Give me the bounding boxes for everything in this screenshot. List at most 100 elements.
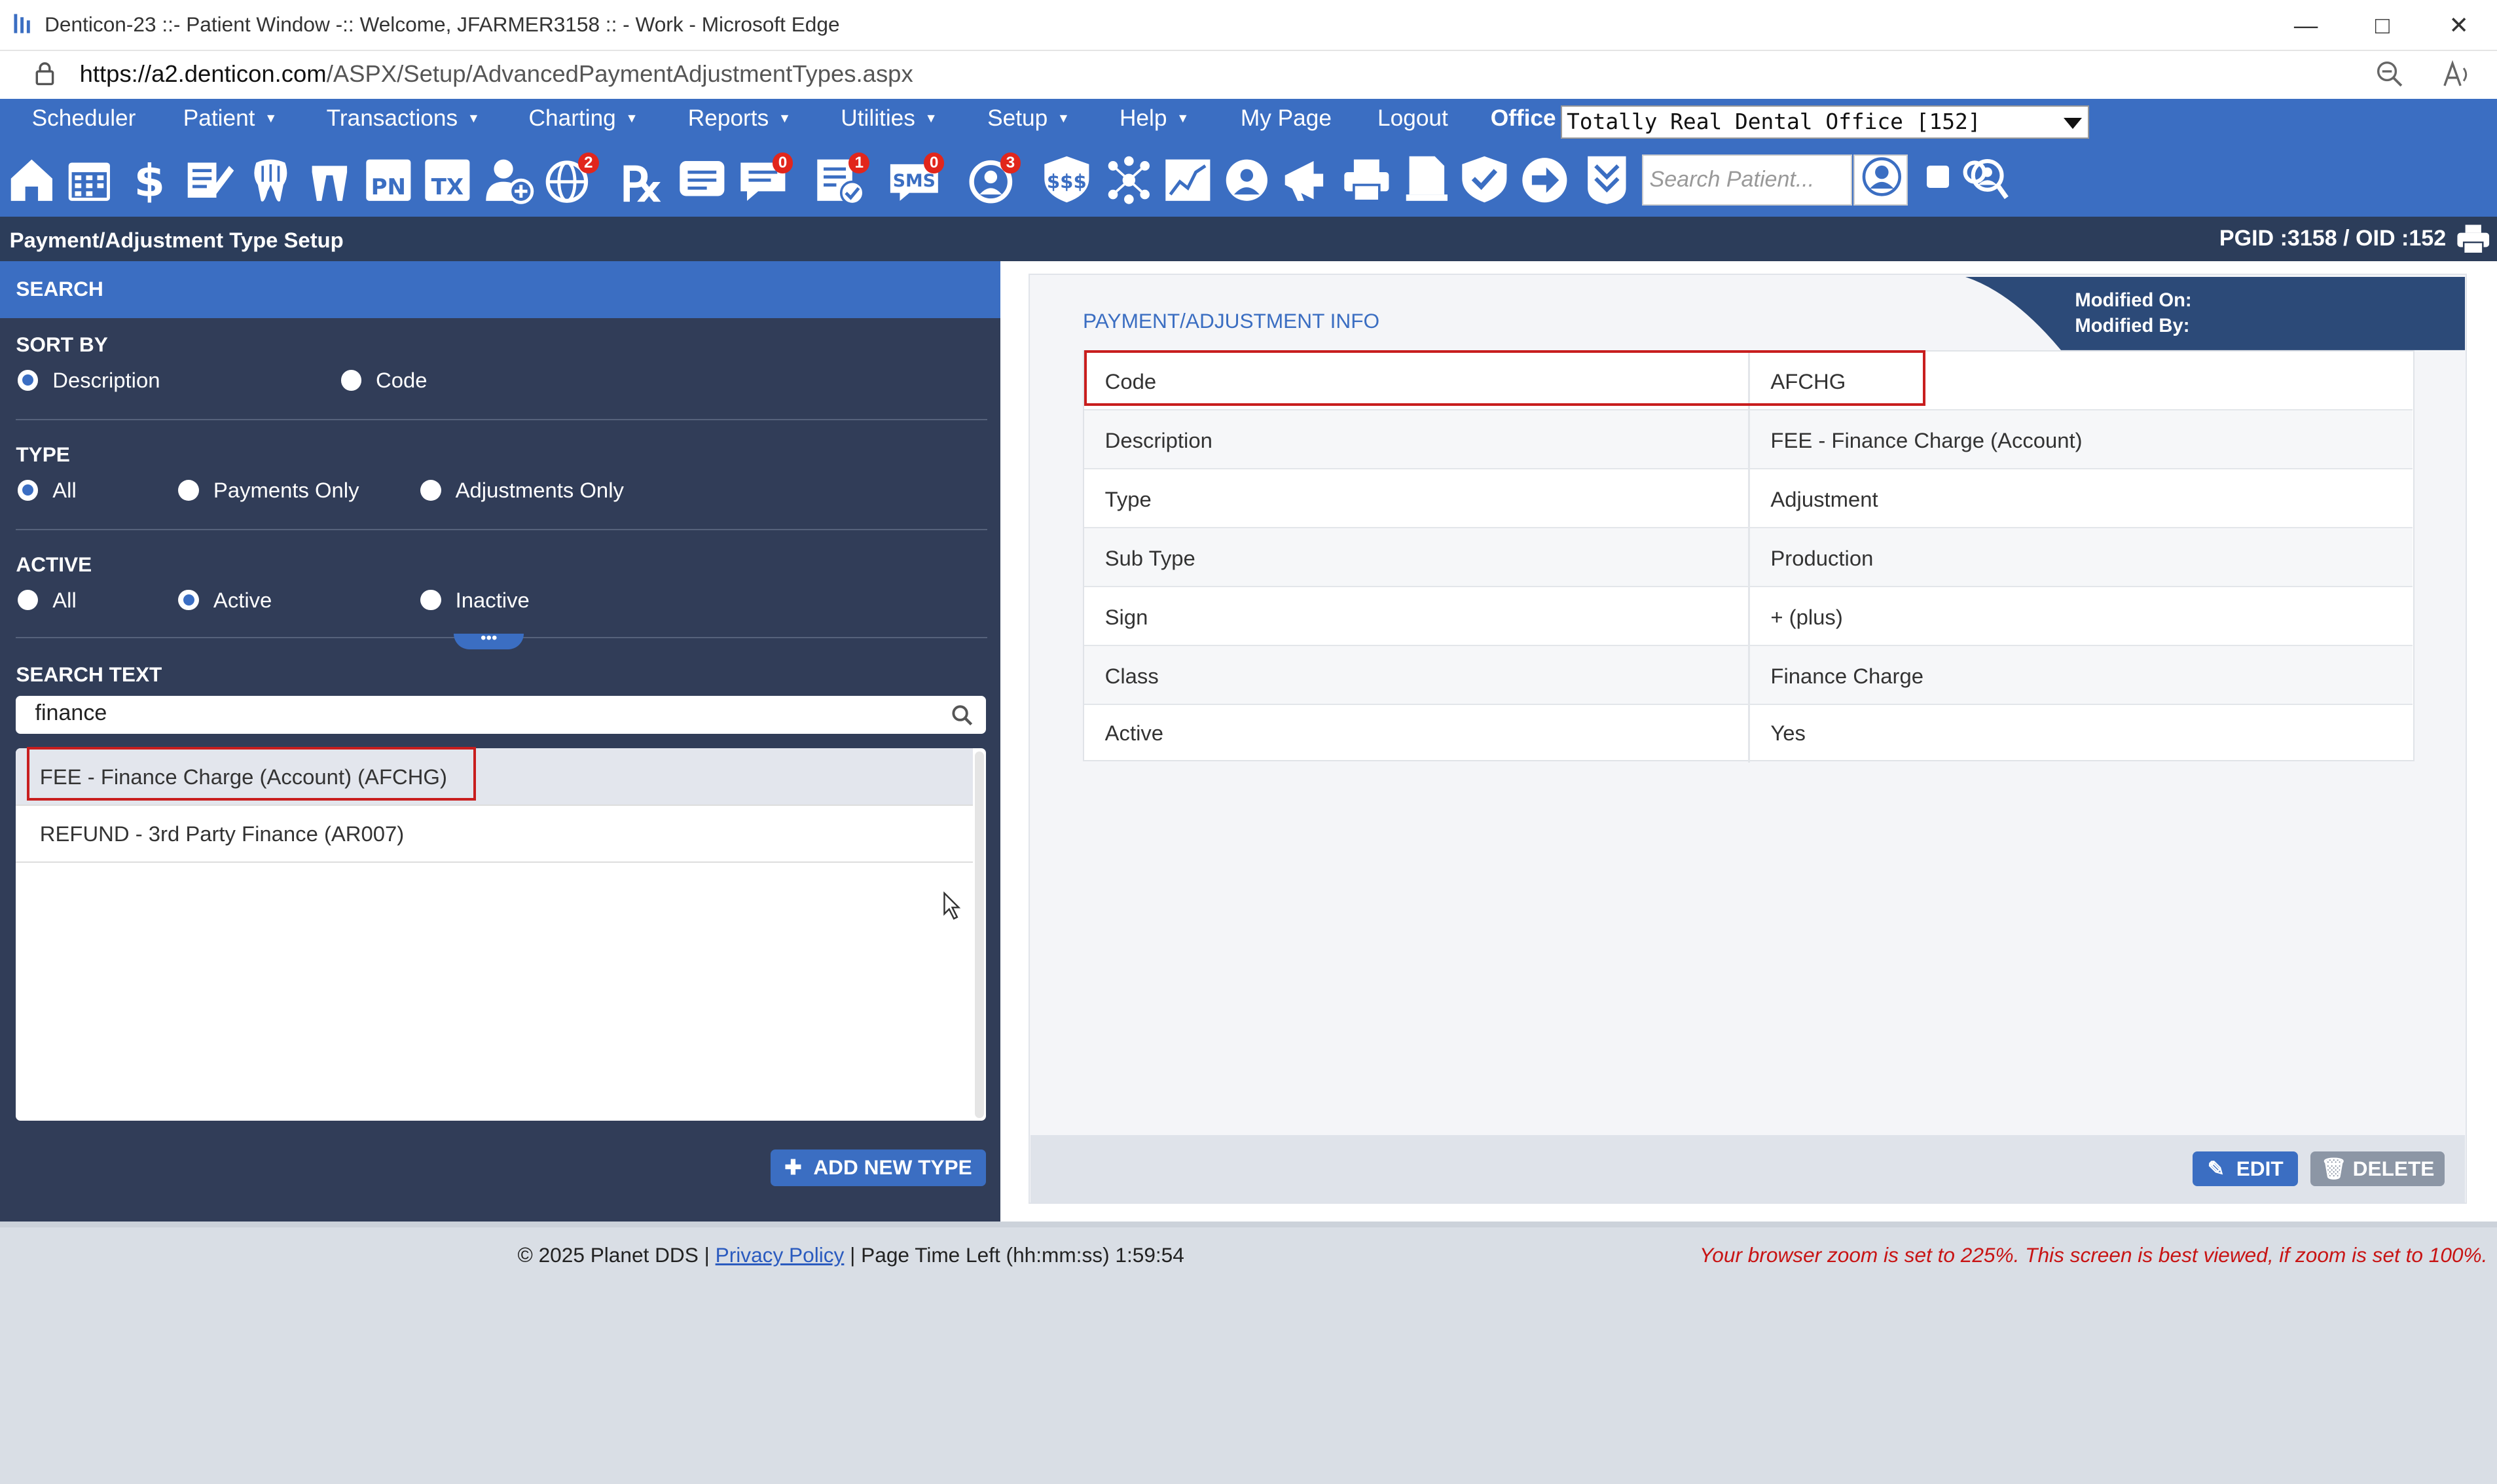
url-path: /ASPX/Setup/AdvancedPaymentAdjustmentTyp… xyxy=(326,60,913,88)
tasks-badge: 1 xyxy=(848,153,870,174)
delete-button[interactable]: 🗑 DELETE xyxy=(2310,1151,2445,1187)
read-aloud-icon[interactable] xyxy=(2441,60,2473,89)
app-icon xyxy=(14,14,31,34)
analytics-chart-icon[interactable] xyxy=(1161,150,1215,208)
global-users-icon[interactable] xyxy=(1220,150,1274,208)
menu-help[interactable]: Help ▼ xyxy=(1120,105,1189,132)
results-scrollbar[interactable] xyxy=(974,751,985,1118)
list-item[interactable]: REFUND - 3rd Party Finance (AR007) xyxy=(16,806,974,863)
tasks-icon[interactable]: 1 xyxy=(812,150,870,208)
row-key: Active xyxy=(1104,721,1164,746)
sort-description-radio[interactable]: Description xyxy=(17,368,160,393)
privacy-policy-link[interactable]: Privacy Policy xyxy=(716,1243,845,1267)
pencil-icon: ✎ xyxy=(2207,1156,2225,1180)
minimize-icon[interactable]: — xyxy=(2274,7,2337,45)
shield-check-icon[interactable] xyxy=(1457,150,1512,208)
tooth-icon[interactable] xyxy=(244,150,298,208)
notes-edit-icon[interactable] xyxy=(181,150,236,208)
svg-text:$: $ xyxy=(134,155,165,207)
menu-charting[interactable]: Charting ▼ xyxy=(529,105,638,132)
menu-logout[interactable]: Logout xyxy=(1377,105,1448,132)
type-payments-only-radio[interactable]: Payments Only xyxy=(178,478,359,503)
address-bar[interactable]: https://a2.denticon.com/ASPX/Setup/Advan… xyxy=(0,50,2497,99)
zoom-out-icon[interactable] xyxy=(2376,60,2405,89)
edit-button[interactable]: ✎ EDIT xyxy=(2193,1151,2298,1187)
transfer-arrow-icon[interactable] xyxy=(1518,150,1572,208)
trash-icon: 🗑 xyxy=(2320,1156,2347,1180)
insurance-billing-icon[interactable]: $$$ xyxy=(1040,150,1094,208)
divider xyxy=(16,418,988,421)
prescription-icon[interactable]: ℞ xyxy=(615,150,669,212)
radio-unselected-icon xyxy=(420,479,441,501)
search-text-input[interactable]: finance xyxy=(16,695,986,734)
recall-icon[interactable]: 3 xyxy=(964,150,1021,208)
type-label: TYPE xyxy=(16,443,70,467)
search-icon[interactable] xyxy=(951,704,973,726)
perio-icon[interactable] xyxy=(302,150,357,208)
menu-utilities[interactable]: Utilities ▼ xyxy=(841,105,937,132)
sms-icon[interactable]: SMS 0 xyxy=(887,150,945,208)
window-title: Denticon-23 ::- Patient Window -:: Welco… xyxy=(45,12,840,37)
url-domain: https://a2.denticon.com xyxy=(79,60,327,88)
modified-by-label: Modified By: xyxy=(2075,315,2190,336)
user-search-icon xyxy=(1863,157,1902,196)
network-icon[interactable] xyxy=(1102,150,1156,208)
sort-code-radio[interactable]: Code xyxy=(340,368,428,393)
radio-unselected-icon xyxy=(178,479,200,501)
page-time-left: | Page Time Left (hh:mm:ss) 1:59:54 xyxy=(850,1242,1184,1267)
svg-text:TX: TX xyxy=(431,174,464,200)
type-all-radio[interactable]: All xyxy=(17,478,77,503)
megaphone-icon[interactable] xyxy=(1279,150,1333,208)
progress-notes-icon[interactable]: PN xyxy=(361,150,416,208)
menu-scheduler[interactable]: Scheduler xyxy=(32,105,136,132)
patient-search-input[interactable]: Search Patient... xyxy=(1641,154,1852,206)
add-patient-icon[interactable] xyxy=(481,150,536,208)
web-users-icon[interactable]: 2 xyxy=(541,150,599,208)
radio-unselected-icon xyxy=(420,589,441,611)
caret-down-icon: ▼ xyxy=(264,111,278,126)
add-new-type-label: ADD NEW TYPE xyxy=(813,1155,972,1180)
family-search-icon[interactable] xyxy=(1956,150,2010,208)
search-option-checkbox[interactable] xyxy=(1927,165,1950,189)
table-row: Active Yes xyxy=(1084,703,2413,763)
recall-badge: 3 xyxy=(1000,153,1021,174)
footer-info: © 2025 Planet DDS | Privacy Policy | Pag… xyxy=(518,1243,1184,1267)
url-text[interactable]: https://a2.denticon.com/ASPX/Setup/Advan… xyxy=(80,60,913,88)
office-select[interactable]: Totally Real Dental Office [152] xyxy=(1560,105,2090,139)
row-key: Description xyxy=(1104,427,1212,452)
print-icon[interactable] xyxy=(2456,223,2491,255)
calendar-icon[interactable] xyxy=(62,150,117,208)
caret-down-icon: ▼ xyxy=(778,111,792,126)
highlight-box xyxy=(1084,350,1925,407)
add-new-type-button[interactable]: ✚ ADD NEW TYPE xyxy=(771,1149,986,1187)
row-key: Sign xyxy=(1104,604,1148,629)
table-row: Sign + (plus) xyxy=(1084,587,2413,647)
patient-search-button[interactable] xyxy=(1853,154,1908,206)
messages-icon[interactable]: 0 xyxy=(736,150,793,208)
modified-banner xyxy=(1965,277,2466,351)
home-icon[interactable] xyxy=(5,150,59,208)
menu-setup[interactable]: Setup ▼ xyxy=(987,105,1070,132)
page-footer: © 2025 Planet DDS | Privacy Policy | Pag… xyxy=(0,1221,2497,1484)
collapse-grip-icon[interactable]: ••• xyxy=(454,630,524,650)
menu-transactions[interactable]: Transactions ▼ xyxy=(327,105,480,132)
active-active-radio[interactable]: Active xyxy=(178,588,272,613)
dollar-icon[interactable]: $ xyxy=(122,150,177,208)
printer-icon[interactable] xyxy=(1340,150,1394,208)
menu-my-page[interactable]: My Page xyxy=(1241,105,1332,132)
close-icon[interactable]: ✕ xyxy=(2427,7,2490,45)
collapse-down-icon[interactable] xyxy=(1580,150,1634,208)
dropdown-arrow-icon xyxy=(2063,117,2082,129)
active-all-radio[interactable]: All xyxy=(17,588,77,613)
chat-notes-icon[interactable] xyxy=(675,150,729,208)
table-row: Class Finance Charge xyxy=(1084,646,2413,706)
type-adjustments-only-radio[interactable]: Adjustments Only xyxy=(420,478,624,503)
active-inactive-radio[interactable]: Inactive xyxy=(420,588,530,613)
treatment-icon[interactable]: TX xyxy=(420,150,475,208)
documents-icon[interactable] xyxy=(1400,150,1454,208)
menu-reports[interactable]: Reports ▼ xyxy=(688,105,791,132)
maximize-icon[interactable]: □ xyxy=(2350,7,2414,45)
page-header: Payment/Adjustment Type Setup PGID :3158… xyxy=(0,216,2497,261)
menu-patient[interactable]: Patient ▼ xyxy=(183,105,278,132)
radio-selected-icon xyxy=(17,370,39,391)
